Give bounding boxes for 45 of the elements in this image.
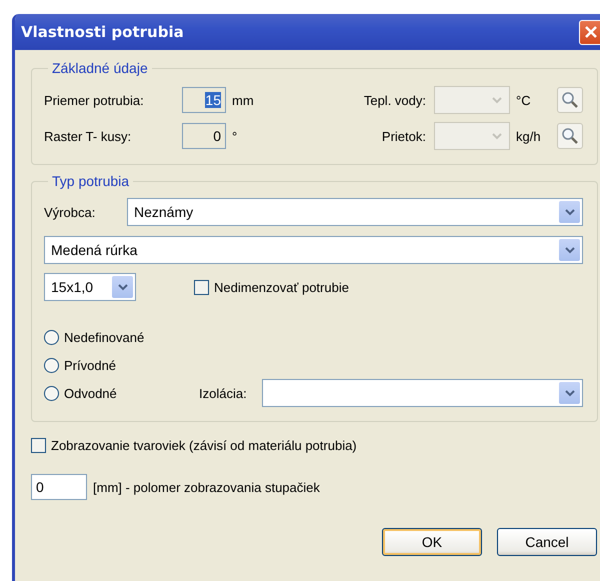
checkbox[interactable] bbox=[31, 438, 46, 452]
number-field[interactable]: 0 bbox=[182, 123, 226, 149]
field-label: Prietok: bbox=[380, 128, 426, 144]
radio-button[interactable] bbox=[44, 330, 59, 344]
field-label: Výrobca: bbox=[44, 204, 96, 220]
unit-label: ° bbox=[232, 128, 238, 144]
radio-button[interactable] bbox=[44, 386, 59, 400]
number-field[interactable]: 0 bbox=[31, 474, 87, 500]
dropdown[interactable]: Medená rúrka bbox=[44, 236, 583, 264]
magnifier-icon bbox=[561, 127, 579, 145]
chevron-down-icon bbox=[564, 246, 574, 254]
field-label: Priemer potrubia: bbox=[44, 92, 145, 108]
magnifier-icon bbox=[561, 91, 579, 109]
dropdown[interactable]: 15x1,0 bbox=[44, 273, 136, 301]
chevron-down-icon bbox=[492, 132, 502, 140]
close-button[interactable] bbox=[579, 20, 600, 44]
window-title: Vlastnosti potrubia bbox=[21, 23, 184, 41]
field-label: [mm] - polomer zobrazovania stupačiek bbox=[93, 480, 320, 494]
chevron-down-icon bbox=[564, 208, 574, 216]
dialog-button[interactable]: OK bbox=[382, 528, 482, 556]
field-label: Tepl. vody: bbox=[362, 92, 426, 108]
unit-label: mm bbox=[232, 92, 254, 108]
dialog-button[interactable]: Cancel bbox=[497, 528, 597, 556]
radio-label: Prívodné bbox=[64, 358, 116, 372]
dropdown[interactable]: Neznámy bbox=[127, 198, 583, 226]
checkbox[interactable] bbox=[194, 280, 209, 294]
checkbox-label: Nedimenzovať potrubie bbox=[214, 280, 349, 294]
group-title: Základné údaje bbox=[51, 60, 149, 76]
radio-button[interactable] bbox=[44, 358, 59, 372]
search-button[interactable] bbox=[557, 123, 583, 149]
close-icon bbox=[584, 25, 598, 39]
search-button[interactable] bbox=[557, 87, 583, 113]
checkbox-label: Zobrazovanie tvaroviek (závisí od materiálu potrubia) bbox=[51, 438, 357, 452]
field-label: Izolácia: bbox=[199, 386, 248, 400]
number-field[interactable]: 15 bbox=[182, 87, 226, 113]
unit-label: kg/h bbox=[516, 128, 541, 144]
chevron-down-icon bbox=[492, 96, 502, 104]
dropdown[interactable] bbox=[262, 379, 583, 407]
chevron-down-icon bbox=[118, 284, 128, 290]
chevron-down-icon bbox=[564, 390, 574, 396]
unit-label: °C bbox=[516, 92, 531, 108]
radio-label: Odvodné bbox=[64, 386, 118, 400]
group-title: Typ potrubia bbox=[51, 173, 130, 189]
field-label: Raster T- kusy: bbox=[44, 128, 132, 144]
radio-label: Nedefinované bbox=[64, 330, 144, 344]
